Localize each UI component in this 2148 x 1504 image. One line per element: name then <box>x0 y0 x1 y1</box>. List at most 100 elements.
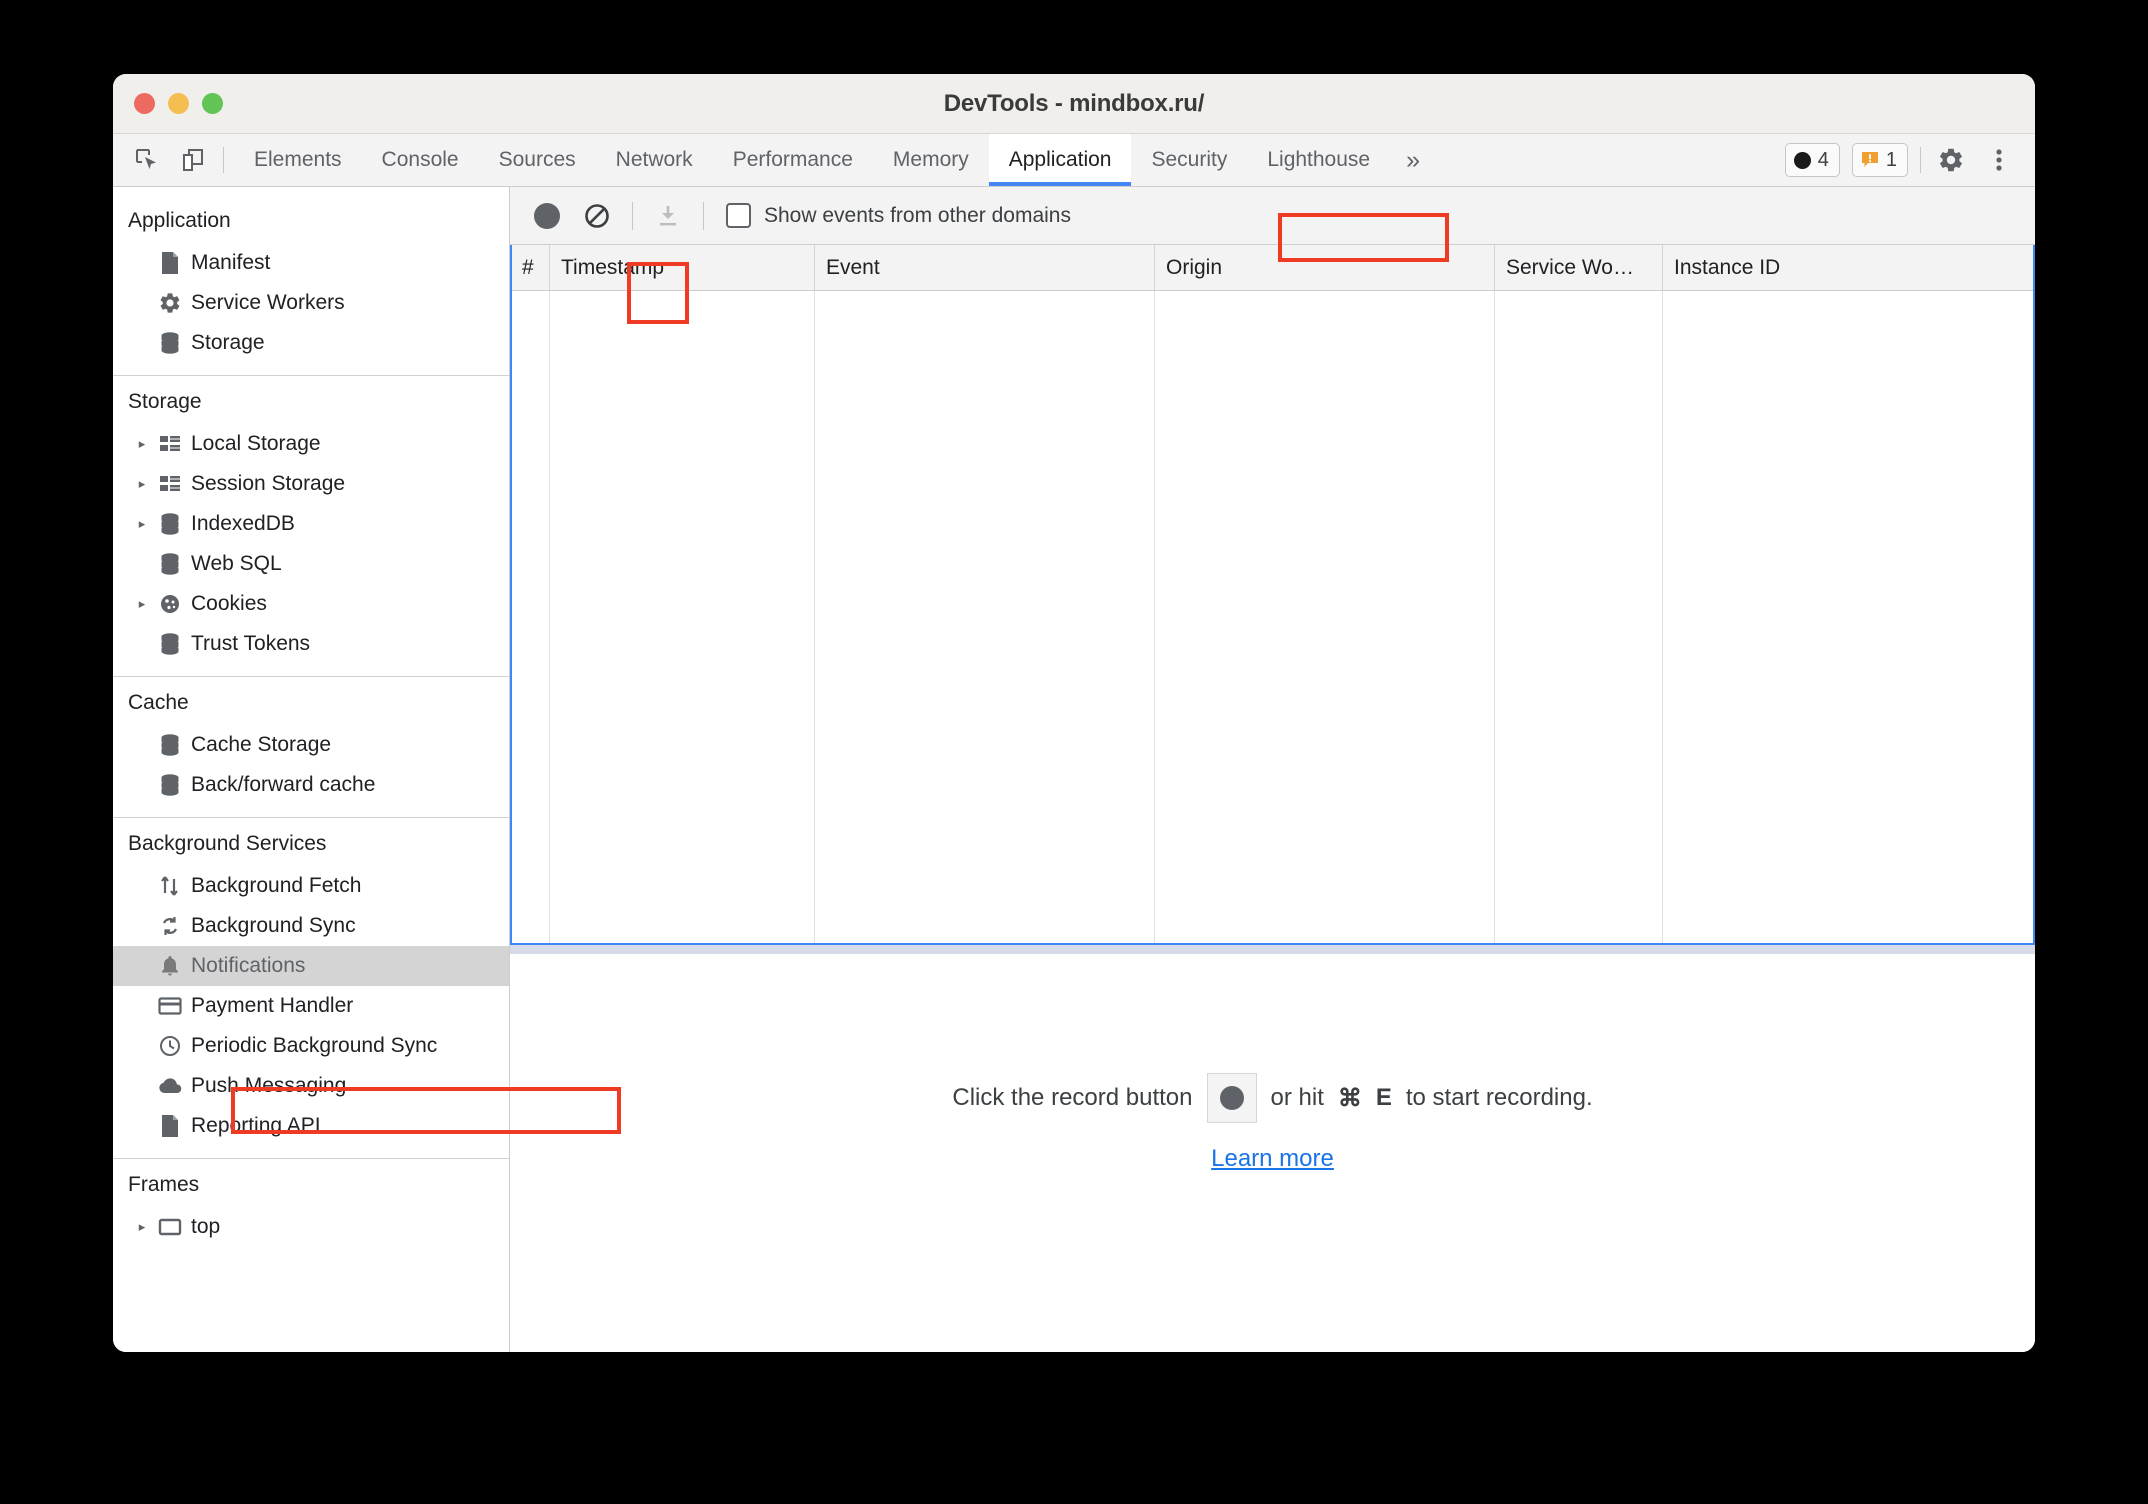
column-header-instance-id[interactable]: Instance ID <box>1663 245 2033 290</box>
clear-button[interactable] <box>574 193 620 239</box>
sidebar-section-title-frames: Frames <box>128 1173 200 1196</box>
gear-icon[interactable] <box>1933 142 1969 178</box>
sidebar-item-indexeddb[interactable]: ▸ IndexedDB <box>113 504 509 544</box>
notifications-panel: Show events from other domains # Timesta… <box>510 187 2035 1352</box>
empty-state-suffix: to start recording. <box>1405 1084 1593 1111</box>
tab-security[interactable]: Security <box>1131 134 1247 186</box>
column-header-event[interactable]: Event <box>815 245 1155 290</box>
sidebar-section-application: Application ▸ Manifest ▸ Service Workers <box>113 195 509 376</box>
tab-console[interactable]: Console <box>362 134 479 186</box>
gear-icon <box>153 291 187 315</box>
record-button[interactable] <box>524 193 570 239</box>
error-icon <box>1793 151 1811 169</box>
sidebar-item-background-fetch[interactable]: ▸ Background Fetch <box>113 866 509 906</box>
column-header-index[interactable]: # <box>512 245 550 290</box>
sidebar-item-label: Manifest <box>191 251 271 274</box>
frame-icon <box>153 1217 187 1237</box>
tabbar-tabs: Elements Console Sources Network Perform… <box>234 134 1436 186</box>
toolbar-divider-2 <box>703 201 704 230</box>
sidebar-item-top-frame[interactable]: ▸ top <box>113 1207 509 1247</box>
database-icon <box>153 552 187 576</box>
sidebar-item-back-forward-cache[interactable]: ▸ Back/forward cache <box>113 765 509 805</box>
grid-column-timestamp <box>550 291 815 943</box>
tab-application[interactable]: Application <box>988 134 1132 186</box>
sidebar-item-web-sql[interactable]: ▸ Web SQL <box>113 544 509 584</box>
devtools-tabbar: Elements Console Sources Network Perform… <box>113 134 2035 187</box>
expand-triangle-icon[interactable]: ▸ <box>131 436 153 452</box>
sidebar-item-label: IndexedDB <box>191 512 295 535</box>
sidebar-item-cache-storage[interactable]: ▸ Cache Storage <box>113 725 509 765</box>
credit-card-icon <box>153 996 187 1016</box>
sidebar-section-title-cache: Cache <box>128 691 189 714</box>
events-grid[interactable]: # Timestamp Event Origin Service Wo… Ins… <box>510 245 2035 945</box>
sidebar-item-push-messaging[interactable]: ▸ Push Messaging <box>113 1066 509 1106</box>
device-toolbar-icon[interactable] <box>175 142 211 178</box>
expand-triangle-icon[interactable]: ▸ <box>131 476 153 492</box>
expand-triangle-icon[interactable]: ▸ <box>131 596 153 612</box>
sidebar-item-cookies[interactable]: ▸ Cookies <box>113 584 509 624</box>
tab-sources[interactable]: Sources <box>479 134 596 186</box>
database-icon <box>153 773 187 797</box>
error-count-badge[interactable]: 4 <box>1784 143 1840 177</box>
more-tabs-button[interactable]: » <box>1390 134 1436 186</box>
tab-network[interactable]: Network <box>596 134 713 186</box>
document-icon <box>153 1114 187 1138</box>
expand-triangle-icon[interactable]: ▸ <box>131 1219 153 1235</box>
column-header-origin[interactable]: Origin <box>1155 245 1495 290</box>
sidebar-item-manifest[interactable]: ▸ Manifest <box>113 243 509 283</box>
column-header-timestamp[interactable]: Timestamp <box>550 245 815 290</box>
sidebar-item-label: Local Storage <box>191 432 321 455</box>
checkbox-box[interactable] <box>726 203 751 228</box>
sync-icon <box>153 915 187 937</box>
grid-bottom-shadow <box>510 945 2035 954</box>
sidebar-item-payment-handler[interactable]: ▸ Payment Handler <box>113 986 509 1026</box>
sidebar-item-periodic-background-sync[interactable]: ▸ Periodic Background Sync <box>113 1026 509 1066</box>
sidebar-item-session-storage[interactable]: ▸ Session Storage <box>113 464 509 504</box>
record-icon <box>1219 1086 1244 1110</box>
sidebar-item-notifications[interactable]: ▸ Notifications <box>113 946 509 986</box>
sidebar-item-label: Back/forward cache <box>191 773 376 796</box>
tab-performance[interactable]: Performance <box>713 134 873 186</box>
tabbar-left-icons <box>113 134 223 186</box>
record-icon <box>534 202 560 229</box>
tab-elements[interactable]: Elements <box>234 134 362 186</box>
updown-arrows-icon <box>153 874 187 898</box>
notifications-toolbar: Show events from other domains <box>510 187 2035 245</box>
tab-lighthouse[interactable]: Lighthouse <box>1247 134 1390 186</box>
events-grid-header: # Timestamp Event Origin Service Wo… Ins… <box>512 245 2033 291</box>
sidebar-section-storage: Storage ▸ Local Storage ▸ Session Storag… <box>113 376 509 677</box>
empty-state-record-button[interactable] <box>1206 1073 1257 1123</box>
database-icon <box>153 632 187 656</box>
tab-memory[interactable]: Memory <box>873 134 989 186</box>
clear-icon <box>585 203 609 228</box>
column-header-service-worker[interactable]: Service Wo… <box>1495 245 1663 290</box>
sidebar-item-local-storage[interactable]: ▸ Local Storage <box>113 424 509 464</box>
tabbar-divider <box>223 147 224 173</box>
expand-triangle-icon[interactable]: ▸ <box>131 516 153 532</box>
window-title: DevTools - mindbox.ru/ <box>943 89 1205 117</box>
tabbar-right-divider <box>1920 147 1921 173</box>
table-icon <box>153 433 187 455</box>
sidebar-item-storage[interactable]: ▸ Storage <box>113 323 509 363</box>
sidebar-item-label: Payment Handler <box>191 994 354 1017</box>
sidebar-item-label: Background Sync <box>191 914 356 937</box>
grid-column-event <box>815 291 1155 943</box>
warning-count-badge[interactable]: 1 <box>1851 143 1908 177</box>
application-sidebar: Application ▸ Manifest ▸ Service Workers <box>113 187 510 1352</box>
sidebar-item-trust-tokens[interactable]: ▸ Trust Tokens <box>113 624 509 664</box>
show-other-domains-checkbox[interactable]: Show events from other domains <box>726 203 1071 228</box>
sidebar-item-label: Trust Tokens <box>191 632 311 655</box>
sidebar-item-service-workers[interactable]: ▸ Service Workers <box>113 283 509 323</box>
kebab-menu-icon[interactable] <box>1981 142 2017 178</box>
devtools-body: Application ▸ Manifest ▸ Service Workers <box>113 187 2035 1352</box>
inspect-element-icon[interactable] <box>129 142 165 178</box>
error-count-label: 4 <box>1817 148 1829 171</box>
sidebar-item-label: Web SQL <box>191 552 282 575</box>
checkbox-label: Show events from other domains <box>764 203 1071 227</box>
learn-more-link[interactable]: Learn more <box>1211 1145 1334 1173</box>
grid-column-index <box>512 291 550 943</box>
sidebar-item-reporting-api[interactable]: ▸ Reporting API <box>113 1106 509 1146</box>
sidebar-item-background-sync[interactable]: ▸ Background Sync <box>113 906 509 946</box>
sidebar-section-title-background-services: Background Services <box>128 832 327 855</box>
export-button[interactable] <box>645 193 691 239</box>
